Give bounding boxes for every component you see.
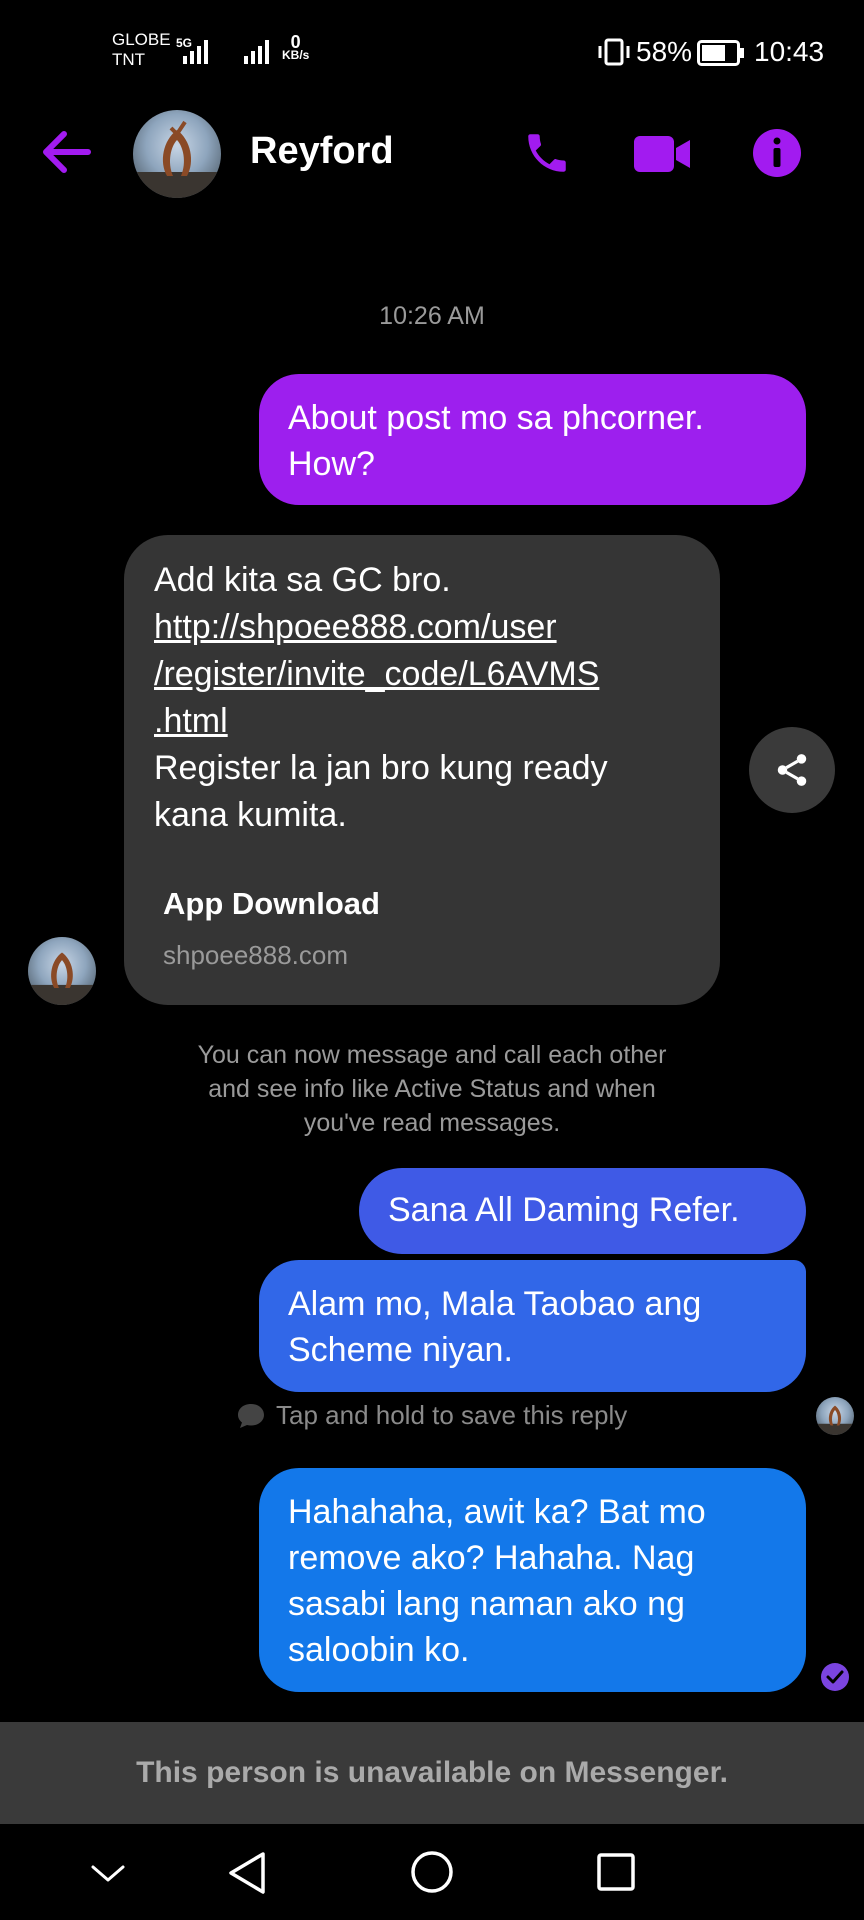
outgoing-message[interactable]: Sana All Daming Refer. [359, 1168, 806, 1254]
share-button[interactable] [749, 727, 835, 813]
message-text: How? [288, 445, 375, 483]
avatar-image [28, 952, 96, 1005]
battery-icon [697, 40, 744, 66]
avatar-image [133, 120, 221, 198]
sender-avatar[interactable] [28, 937, 96, 1005]
message-text: remove ako? Hahaha. Nag [288, 1539, 695, 1577]
recents-nav-icon[interactable] [596, 1852, 636, 1892]
back-arrow-icon[interactable] [40, 130, 92, 174]
signal-icon [183, 38, 208, 64]
info-icon[interactable] [752, 128, 802, 178]
chevron-down-icon[interactable] [90, 1864, 126, 1884]
share-icon [777, 754, 807, 786]
outgoing-message[interactable]: Hahahaha, awit ka? Bat mo remove ako? Ha… [259, 1468, 806, 1692]
link-preview-domain: shpoee888.com [163, 940, 349, 970]
unavailable-banner: This person is unavailable on Messenger. [0, 1722, 864, 1824]
chat-bubble-icon [238, 1403, 264, 1428]
network-speed: 0 KB/s [282, 32, 310, 62]
message-timestamp: 10:26 AM [379, 302, 485, 330]
vibrate-icon [598, 38, 630, 66]
avatar-image [816, 1405, 854, 1435]
contact-name[interactable]: Reyford [250, 130, 394, 173]
outgoing-message[interactable]: About post mo sa phcorner. How? [259, 374, 806, 505]
incoming-message[interactable]: Add kita sa GC bro. http://shpoee888.com… [124, 535, 720, 1005]
message-text: Hahahaha, awit ka? Bat mo [288, 1493, 706, 1531]
message-text: Alam mo, Mala Taobao ang [288, 1285, 702, 1323]
save-reply-hint: Tap and hold to save this reply [236, 1400, 627, 1431]
avatar[interactable] [133, 110, 221, 198]
carrier-label: GLOBE TNT [112, 30, 171, 69]
message-text: sasabi lang naman ako ng [288, 1585, 685, 1623]
message-text: Sana All Daming Refer. [388, 1191, 740, 1229]
message-text: About post mo sa phcorner. [288, 399, 704, 437]
message-link[interactable]: http://shpoee888.com/user /register/invi… [154, 604, 690, 745]
home-nav-icon[interactable] [410, 1850, 454, 1894]
system-notice: You can now message and call each other … [197, 1041, 667, 1137]
system-nav-bar [0, 1824, 864, 1920]
message-text: kana kumita. [154, 796, 347, 834]
delivered-check-icon [821, 1663, 849, 1691]
message-text: saloobin ko. [288, 1631, 470, 1669]
message-text: Add kita sa GC bro. [154, 561, 451, 599]
read-receipt-avatar [816, 1397, 854, 1435]
video-camera-icon[interactable] [632, 134, 692, 174]
back-nav-icon[interactable] [226, 1850, 268, 1896]
outgoing-message[interactable]: Alam mo, Mala Taobao ang Scheme niyan. [259, 1260, 806, 1392]
message-text: Scheme niyan. [288, 1331, 513, 1369]
battery-percent: 58% [636, 36, 693, 67]
clock: 10:43 [754, 36, 825, 67]
link-preview-title[interactable]: App Download [163, 886, 380, 922]
status-bar: GLOBE TNT 5G 0 KB/s 58% 10:43 [0, 0, 864, 100]
signal-icon [244, 38, 269, 64]
message-text: Register la jan bro kung ready [154, 749, 608, 787]
phone-icon[interactable] [522, 128, 572, 178]
